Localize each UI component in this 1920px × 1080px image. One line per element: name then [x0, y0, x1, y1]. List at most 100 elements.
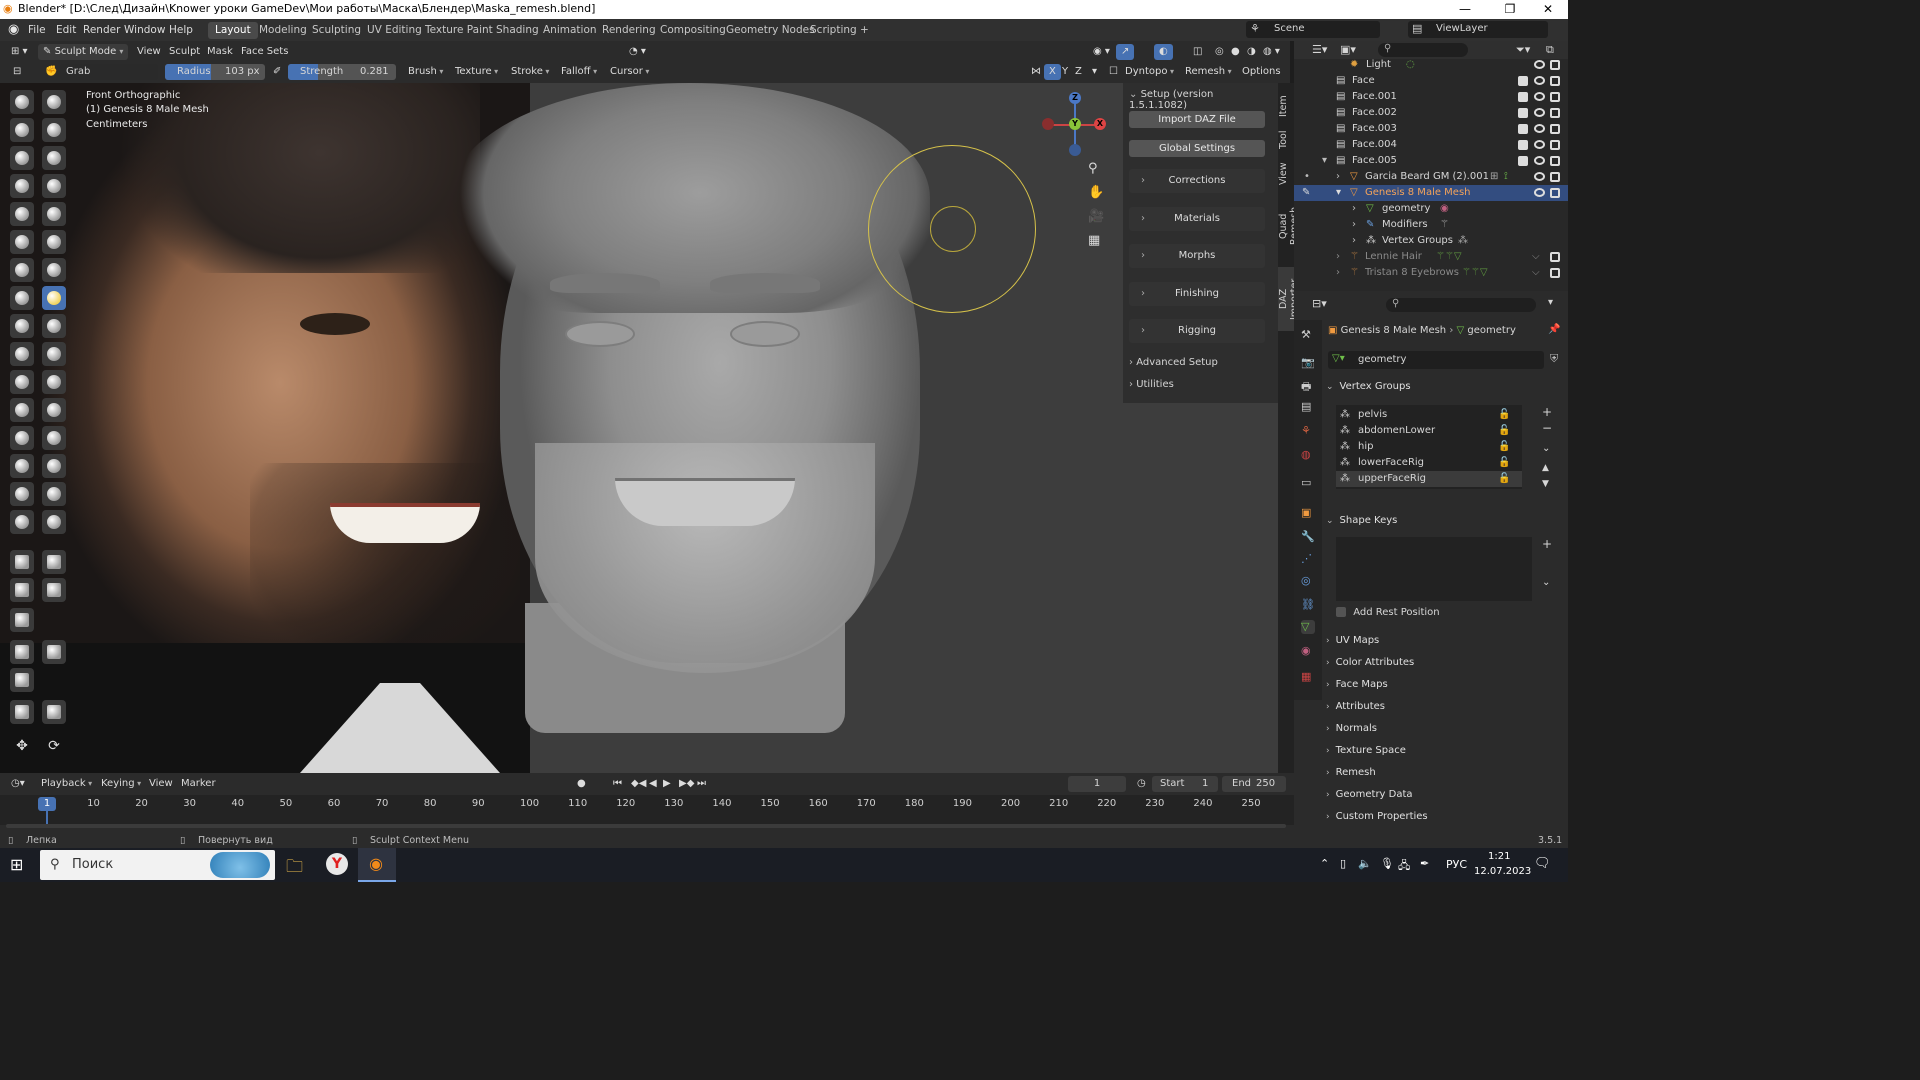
- tab-view[interactable]: View: [1278, 159, 1294, 189]
- checkbox-icon[interactable]: [1336, 607, 1346, 617]
- list-item[interactable]: ⁂ abdomenLower 🔓: [1336, 423, 1522, 439]
- outliner-row-face-001[interactable]: ▤ Face.001: [1294, 89, 1568, 105]
- normals-section[interactable]: › Normals: [1326, 719, 1562, 739]
- exclude-checkbox[interactable]: [1518, 140, 1528, 150]
- tool-paint-icon[interactable]: [10, 510, 34, 534]
- outliner-row-modifiers[interactable]: › ✎ Modifiers ⚚: [1294, 217, 1568, 233]
- properties-search-input[interactable]: ⚲: [1386, 298, 1536, 312]
- object-tab-icon[interactable]: ▣: [1301, 506, 1315, 520]
- ortho-grid-icon[interactable]: ▦: [1088, 233, 1100, 248]
- new-collection-icon[interactable]: ⧉: [1546, 43, 1554, 57]
- gizmo-neg-z-icon[interactable]: [1069, 144, 1081, 156]
- add-vertex-group-icon[interactable]: +: [1542, 405, 1552, 419]
- remesh-section[interactable]: › Remesh: [1326, 763, 1562, 783]
- tab-texture-paint[interactable]: Texture Paint: [418, 22, 500, 39]
- render-camera-icon[interactable]: [1550, 140, 1560, 150]
- start-frame-field[interactable]: Start 1: [1152, 776, 1218, 792]
- render-camera-icon[interactable]: [1550, 172, 1560, 182]
- lock-icon[interactable]: 🔓: [1498, 455, 1510, 471]
- scene-selector[interactable]: ⚘ Scene: [1246, 21, 1380, 38]
- symmetry-dropdown-icon[interactable]: ▾: [1087, 64, 1102, 80]
- list-item[interactable]: ⁂ upperFaceRig 🔓: [1336, 471, 1522, 487]
- data-tab-icon[interactable]: ▽: [1301, 620, 1315, 634]
- exclude-checkbox[interactable]: [1518, 156, 1528, 166]
- menu-mask[interactable]: Mask: [202, 44, 238, 60]
- outliner-row-tristan-eyebrows[interactable]: › ⚚ Tristan 8 Eyebrows ⚚⚚▽ ⌵: [1294, 265, 1568, 281]
- taskbar-search-input[interactable]: ⚲ Поиск: [40, 850, 275, 880]
- render-camera-icon[interactable]: [1550, 268, 1560, 278]
- tool-blob-icon[interactable]: [42, 174, 66, 198]
- eye-icon[interactable]: [1534, 60, 1545, 69]
- volume-icon[interactable]: 🔈: [1358, 857, 1372, 870]
- render-camera-icon[interactable]: [1550, 188, 1560, 198]
- expand-arrow-icon[interactable]: ▾: [1322, 153, 1327, 169]
- sculpt-mesh[interactable]: [440, 83, 930, 733]
- gizmo-z-icon[interactable]: Z: [1069, 92, 1081, 104]
- tool-smooth-icon[interactable]: [42, 202, 66, 226]
- texture-tab-icon[interactable]: ▦: [1301, 670, 1315, 684]
- tool-color-filter-icon[interactable]: [10, 668, 34, 692]
- outliner-row-genesis-8[interactable]: ✎ ▾ ▽ Genesis 8 Male Mesh: [1294, 185, 1568, 201]
- symmetry-icon[interactable]: ⋈: [1026, 64, 1046, 80]
- stroke-menu[interactable]: Stroke: [506, 64, 554, 80]
- tool-thumb-icon[interactable]: [10, 342, 34, 366]
- tool-line-project-icon[interactable]: [10, 608, 34, 632]
- fake-user-shield-icon[interactable]: ⛨: [1550, 352, 1558, 366]
- clock-date[interactable]: 12.07.2023: [1474, 866, 1531, 877]
- expand-arrow-icon[interactable]: ›: [1352, 233, 1356, 249]
- editor-type-icon[interactable]: ⊞ ▾: [6, 44, 33, 60]
- overlay-toggle-icon[interactable]: ◐: [1154, 44, 1173, 60]
- tool-box-mask-icon[interactable]: [10, 550, 34, 574]
- texture-menu[interactable]: Texture: [450, 64, 503, 80]
- tool-multires-icon[interactable]: [10, 482, 34, 506]
- global-settings-button[interactable]: Global Settings: [1129, 140, 1265, 157]
- render-camera-icon[interactable]: [1550, 76, 1560, 86]
- yandex-browser-icon[interactable]: Y: [326, 853, 348, 875]
- tool-crease-icon[interactable]: [10, 202, 34, 226]
- tool-multiplane-scrape-icon[interactable]: [42, 258, 66, 282]
- expand-arrow-icon[interactable]: ▾: [1336, 185, 1341, 201]
- output-tab-icon[interactable]: 🖶: [1301, 378, 1315, 393]
- transform-orientation-icon[interactable]: ◔ ▾: [624, 44, 651, 60]
- auto-keying-icon[interactable]: ●: [572, 776, 591, 792]
- tab-daz-importer[interactable]: DAZ Importer: [1278, 267, 1300, 331]
- display-mode-icon[interactable]: ▣▾: [1340, 43, 1356, 56]
- outliner-row-face-004[interactable]: ▤ Face.004: [1294, 137, 1568, 153]
- mode-selector[interactable]: ✎ Sculpt Mode: [38, 44, 129, 60]
- tray-chevron-icon[interactable]: ⌃: [1320, 857, 1329, 870]
- attributes-section[interactable]: › Attributes: [1326, 697, 1562, 717]
- menu-render[interactable]: Render: [83, 24, 120, 36]
- tool-simplify-icon[interactable]: [42, 426, 66, 450]
- tool-snake-hook-icon[interactable]: [42, 314, 66, 338]
- lock-icon[interactable]: 🔓: [1498, 471, 1510, 487]
- tool-smear-icon[interactable]: [42, 482, 66, 506]
- render-camera-icon[interactable]: [1550, 156, 1560, 166]
- tool-mesh-filter-icon[interactable]: [10, 640, 34, 664]
- menu-view[interactable]: View: [132, 44, 166, 60]
- tool-flatten-icon[interactable]: [10, 230, 34, 254]
- eye-icon[interactable]: [1534, 140, 1545, 149]
- tab-quad-remesh[interactable]: Quad Remesh: [1278, 193, 1300, 259]
- world-tab-icon[interactable]: ◍: [1301, 448, 1315, 462]
- render-camera-icon[interactable]: [1550, 60, 1560, 70]
- tool-nudge-icon[interactable]: [10, 370, 34, 394]
- tool-edit-face-set-icon[interactable]: [10, 700, 34, 724]
- tool-fill-icon[interactable]: [42, 230, 66, 254]
- options-menu[interactable]: Options: [1237, 64, 1290, 80]
- material-tab-icon[interactable]: ◉: [1301, 644, 1315, 658]
- outliner-row-lennie-hair[interactable]: › ⚚ Lennie Hair ⚚⚚▽ ⌵: [1294, 249, 1568, 265]
- cursor-menu[interactable]: Cursor: [605, 64, 654, 80]
- tool-clay-strips-icon[interactable]: [42, 118, 66, 142]
- vertex-groups-list[interactable]: ⁂ pelvis 🔓 ⁂ abdomenLower 🔓 ⁂ hip 🔓 ⁂ lo…: [1336, 405, 1522, 489]
- tab-sculpting[interactable]: Sculpting: [305, 22, 368, 39]
- windows-start-icon[interactable]: ⊞: [10, 855, 23, 874]
- radius-field[interactable]: Radius 103 px: [165, 64, 265, 80]
- tool-clay-icon[interactable]: [10, 118, 34, 142]
- outliner-row-vertex-groups[interactable]: › ⁂ Vertex Groups ⁂: [1294, 233, 1568, 249]
- add-workspace-icon[interactable]: +: [853, 22, 876, 39]
- navigation-gizmo[interactable]: Z Y X: [1040, 91, 1110, 161]
- tab-item[interactable]: Item: [1278, 91, 1294, 121]
- pin-icon[interactable]: 📌: [1548, 324, 1560, 335]
- tab-animation[interactable]: Animation: [536, 22, 604, 39]
- gizmo-x-icon[interactable]: X: [1094, 118, 1106, 130]
